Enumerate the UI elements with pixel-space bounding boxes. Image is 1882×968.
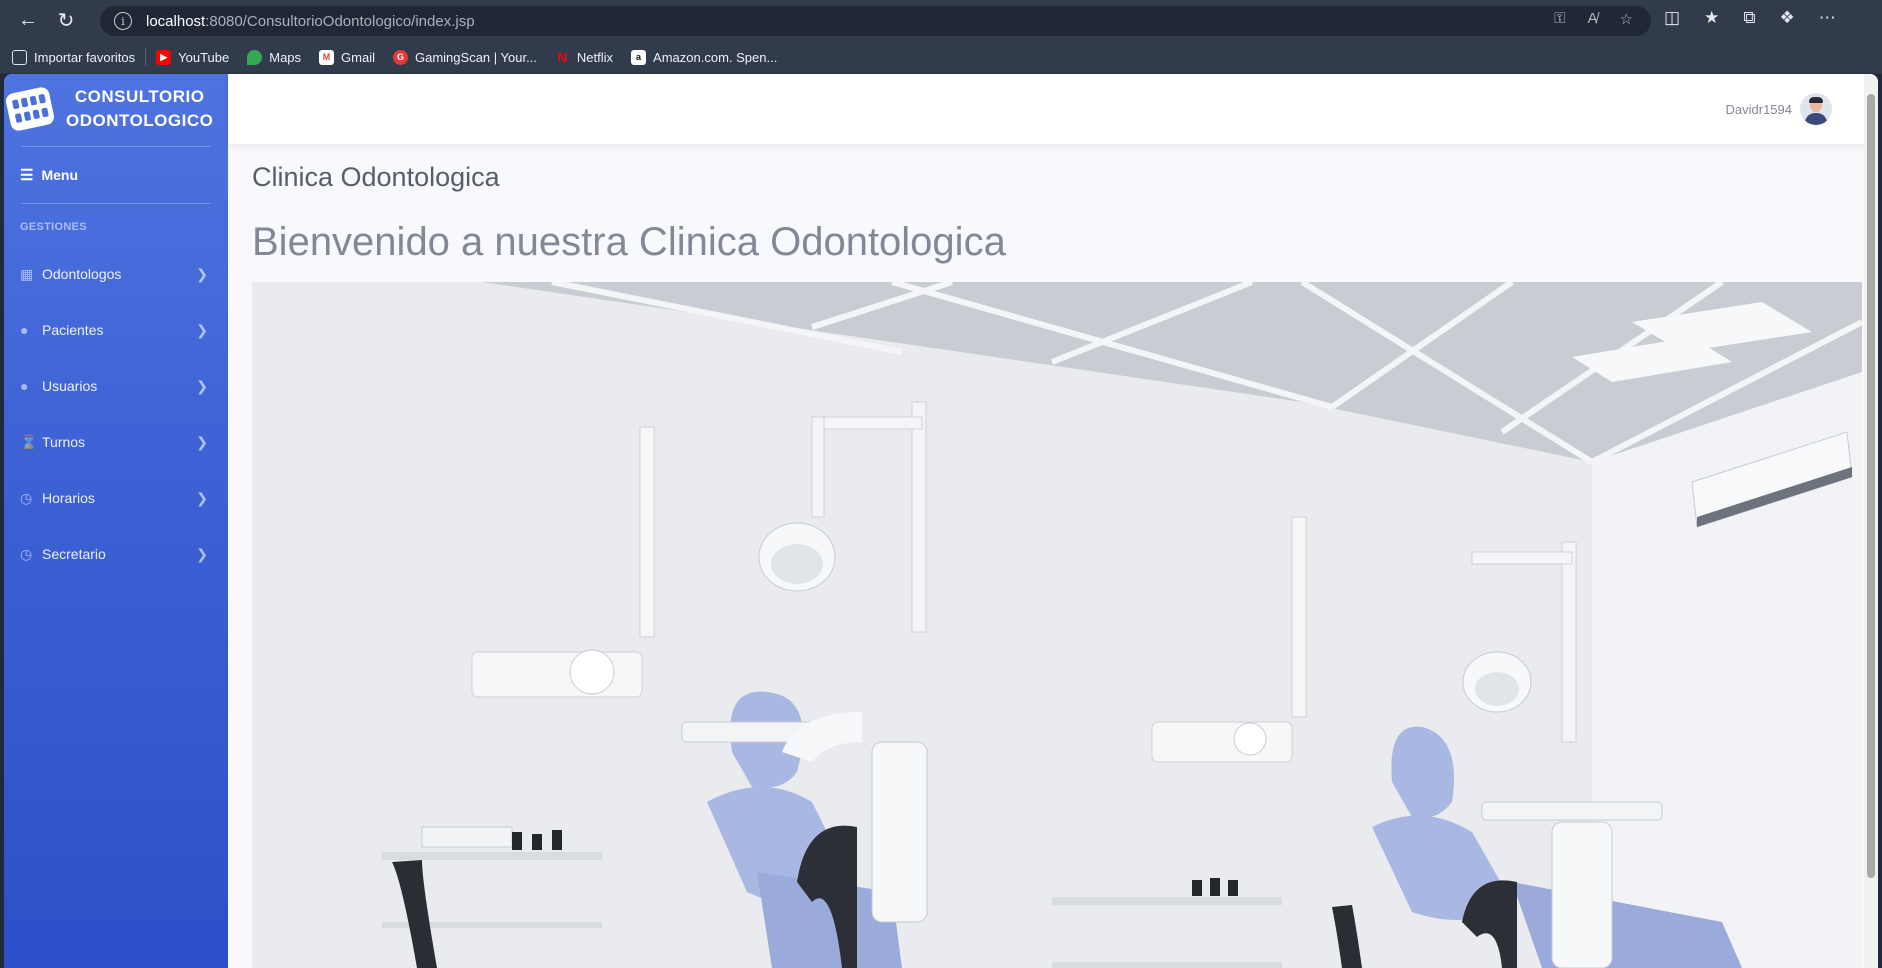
favorites-icon[interactable]: ★ [1704,8,1719,28]
browser-toolbar: ← ↻ i localhost:8080/ConsultorioOdontolo… [0,0,1882,41]
bookmark-youtube[interactable]: ▶ YouTube [156,49,230,65]
bookmark-label: YouTube [178,49,230,65]
sidebar-item-label: Horarios [42,490,95,506]
clock-icon: ◷ [20,489,33,506]
page-scrollbar[interactable] [1864,74,1878,968]
user-icon: ● [20,378,29,394]
more-icon[interactable]: ⋯ [1819,8,1836,28]
sidebar-item-label: Usuarios [42,378,98,394]
bookmark-import[interactable]: Importar favoritos [12,49,136,65]
bookmark-gamingscan[interactable]: G GamingScan | Your... [393,49,537,65]
brand-line1: CONSULTORIO [74,87,205,106]
url-host: localhost [146,12,206,30]
menu-label: Menu [41,167,79,183]
sidebar-item-label: Odontologos [42,266,122,282]
dental-clinic-image [252,282,1862,968]
chevron-right-icon: ❯ [196,489,208,506]
chevron-right-icon: ❯ [196,377,208,394]
hamburger-icon: ☰ [20,167,34,184]
sidebar-item-secretario[interactable]: ◷ Secretario ❯ [4,526,228,582]
sidebar-item-label: Pacientes [42,322,104,338]
extensions-icon[interactable]: ❖ [1779,8,1794,28]
sidebar-item-usuarios[interactable]: ● Usuarios ❯ [4,358,228,414]
main-content: Clinica Odontologica Bienvenido a nuestr… [252,162,1006,264]
split-screen-icon[interactable]: ◫ [1664,8,1680,28]
bookmark-label: GamingScan | Your... [415,49,537,65]
user-icon: ● [20,322,29,338]
key-icon[interactable]: ⚿ [1554,10,1565,28]
brand-name: CONSULTORIO ODONTOLOGICO [66,85,213,133]
bookmark-label: Netflix [576,49,614,65]
read-aloud-icon[interactable]: A̸ [1588,10,1598,28]
gamingscan-icon: G [393,49,408,65]
teeth-logo-icon [4,85,56,133]
address-bar[interactable]: i localhost:8080/ConsultorioOdontologico… [100,6,1651,36]
bookmark-gmail[interactable]: M Gmail [319,49,375,65]
favorite-star-icon[interactable]: ☆ [1620,10,1633,28]
brand-line2: ODONTOLOGICO [66,111,214,130]
bookmark-separator [145,48,147,66]
sidebar-item-label: Turnos [42,434,86,450]
bookmark-label: Gmail [341,49,375,65]
chevron-right-icon: ❯ [196,265,208,282]
sidebar-item-horarios[interactable]: ◷ Horarios ❯ [4,470,228,526]
clinic-users-icon: ▦ [20,265,34,282]
user-menu[interactable]: Davidr1594 [1725,93,1832,125]
amazon-icon: a [631,49,647,65]
welcome-heading: Bienvenido a nuestra Clinica Odontologic… [252,220,1006,264]
scroll-thumb[interactable] [1867,94,1875,878]
sidebar-item-pacientes[interactable]: ● Pacientes ❯ [4,302,228,358]
bookmark-amazon[interactable]: a Amazon.com. Spen... [631,49,778,65]
bookmark-maps[interactable]: Maps [247,49,302,65]
sidebar-item-turnos[interactable]: ⌛ Turnos ❯ [4,414,228,470]
maps-icon [247,49,263,65]
page-viewport: CONSULTORIO ODONTOLOGICO ☰ Menu GESTIONE… [4,74,1878,968]
sidebar-item-odontologos[interactable]: ▦ Odontologos ❯ [4,246,228,302]
topbar: Davidr1594 [228,74,1878,144]
bookmark-label: Maps [269,49,302,65]
sidebar-brand[interactable]: CONSULTORIO ODONTOLOGICO [4,74,228,144]
bookmarks-bar: Importar favoritos ▶ YouTube Maps M Gmai… [0,41,1882,74]
sidebar-heading: GESTIONES [20,221,87,233]
sidebar-menu-toggle[interactable]: ☰ Menu [4,147,228,203]
chevron-right-icon: ❯ [196,321,208,338]
clock-icon: ◷ [20,545,33,562]
collections-icon[interactable]: ⧉ [1743,8,1755,28]
netflix-icon: N [557,49,568,65]
url-path: :8080/ConsultorioOdontologico/index.jsp [205,12,475,30]
youtube-icon: ▶ [156,49,172,65]
import-icon [12,49,27,65]
bookmark-netflix[interactable]: N Netflix [555,49,614,65]
sidebar: CONSULTORIO ODONTOLOGICO ☰ Menu GESTIONE… [4,74,228,968]
username: Davidr1594 [1725,101,1793,117]
site-info-icon[interactable]: i [114,12,132,30]
hourglass-icon: ⌛ [20,433,38,450]
chevron-right-icon: ❯ [196,433,208,450]
page-title: Clinica Odontologica [252,162,500,192]
bookmark-label: Importar favoritos [34,49,136,65]
back-icon[interactable]: ← [10,3,46,39]
chevron-right-icon: ❯ [196,545,208,562]
avatar [1800,93,1832,125]
bookmark-label: Amazon.com. Spen... [653,49,778,65]
refresh-icon[interactable]: ↻ [48,3,84,39]
gmail-icon: M [319,49,335,65]
sidebar-item-label: Secretario [42,546,106,562]
